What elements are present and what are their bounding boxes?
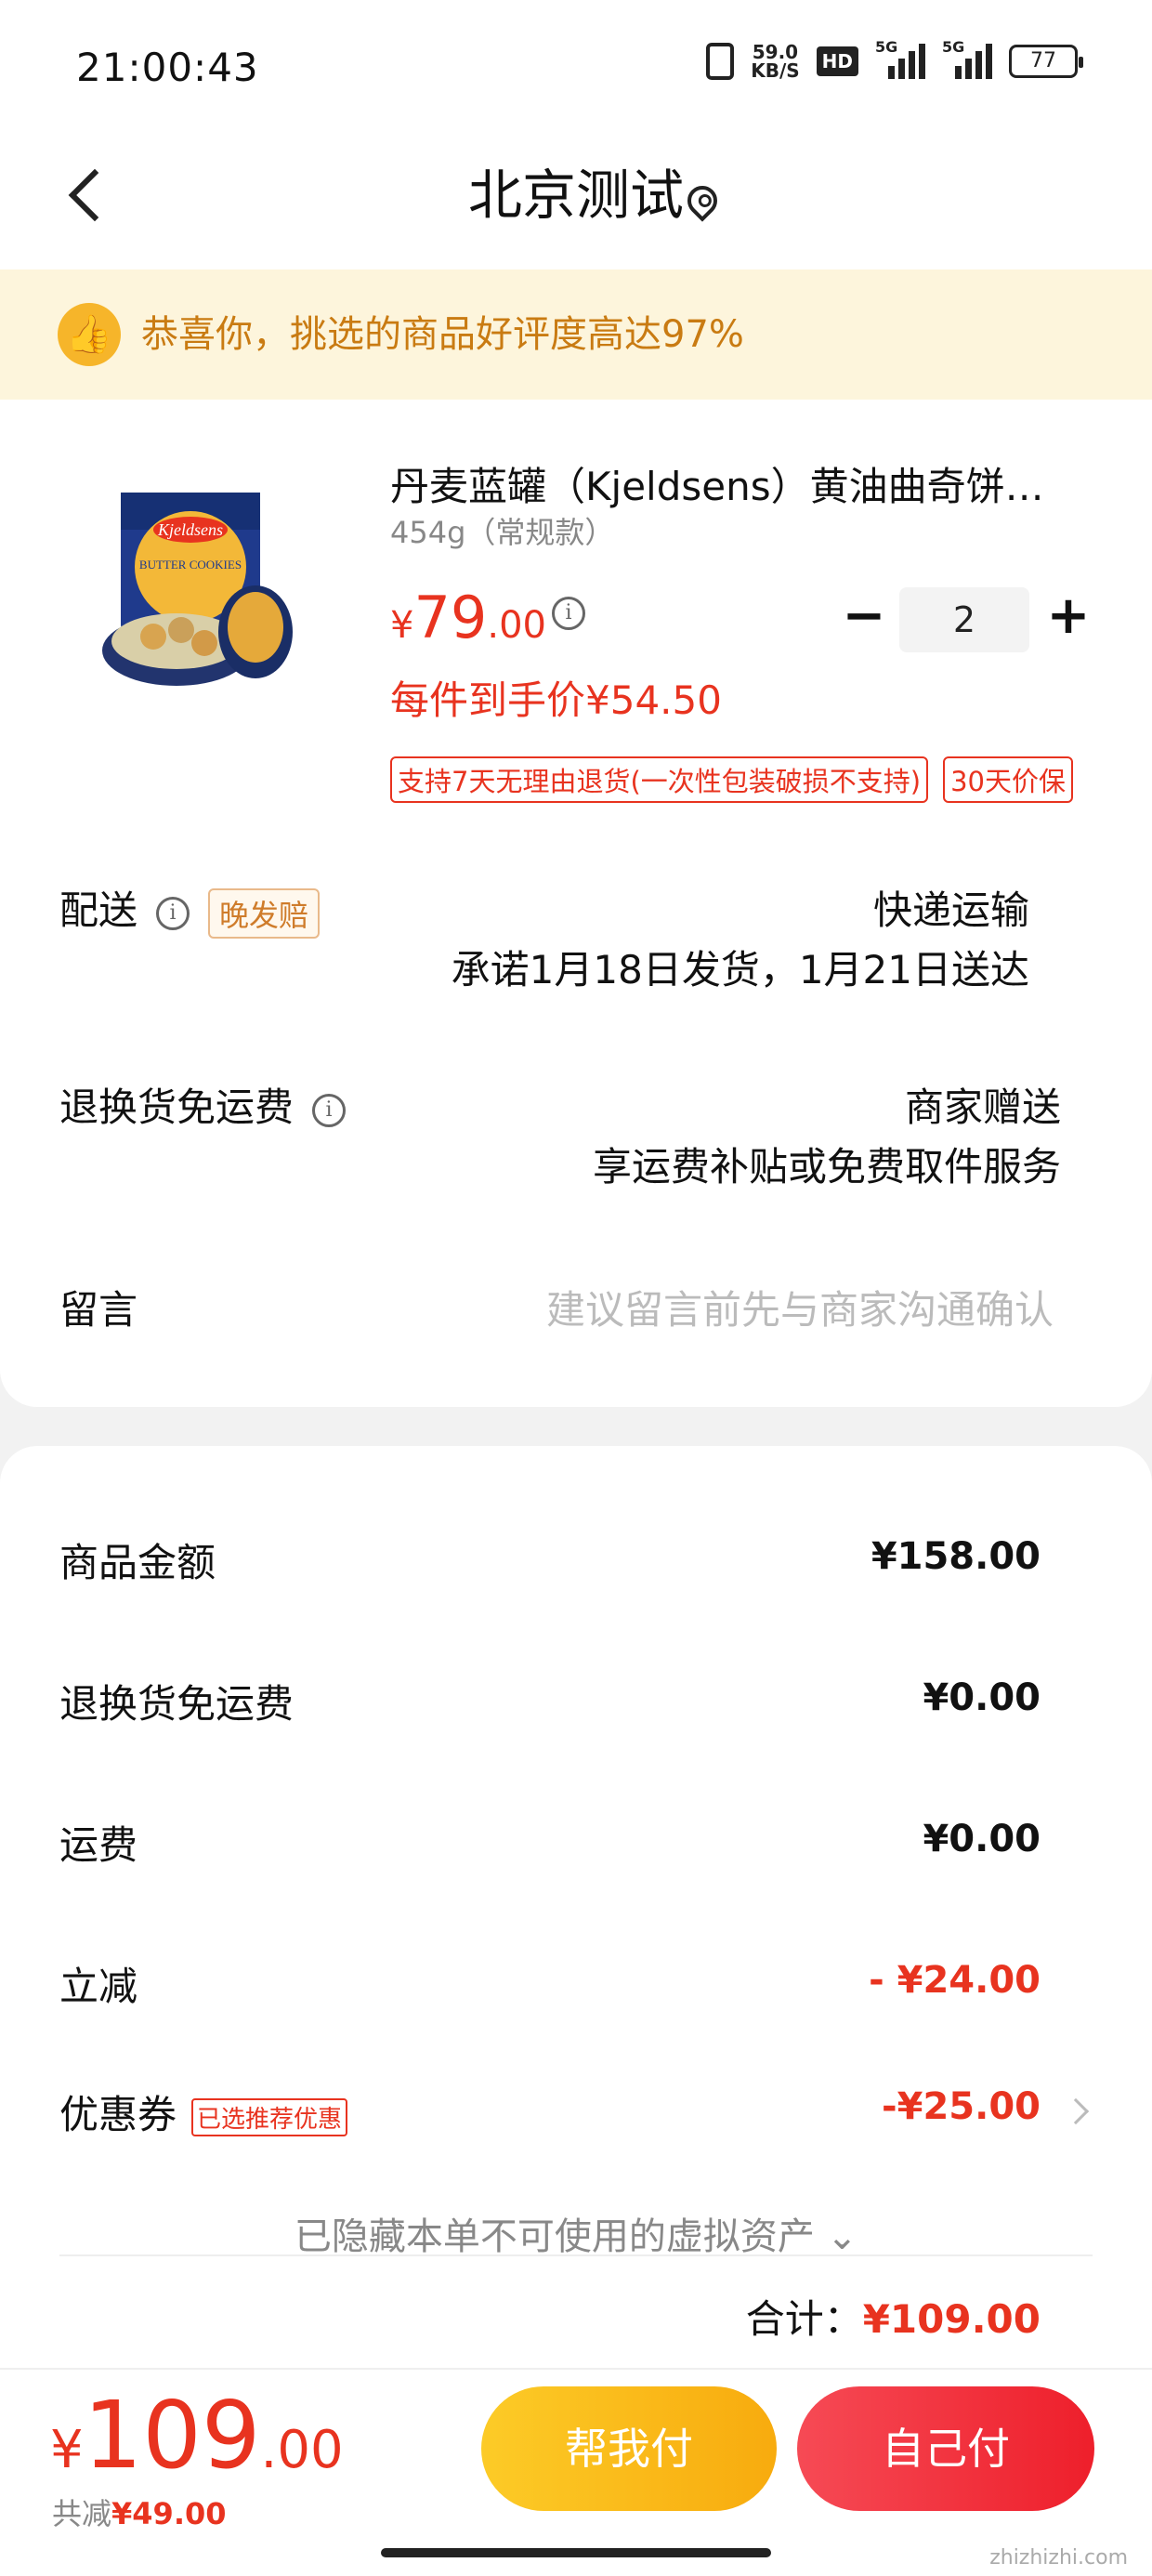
quantity-stepper: − 2 + [836,584,1096,654]
delivery-method[interactable]: 快递运输 [873,879,1029,936]
signal-label-2: 5G [942,38,965,56]
battery-icon: 77 [1009,45,1083,78]
price-protect-tag: 30天价保 [943,756,1073,803]
signal-5g-icon: 5G [875,38,925,79]
return-info-icon[interactable]: i [312,1093,347,1127]
signal-label: 5G [875,38,898,56]
self-pay-button[interactable]: 自己付 [797,2386,1094,2511]
price-currency: ¥ [390,604,414,647]
speed-value: 59.0 [752,41,799,63]
divider [59,2254,1093,2256]
coupon-row[interactable]: 优惠券 已选推荐优惠 [59,2083,348,2140]
return-fee-value: ¥0.00 [923,1676,1041,1719]
total-value: ¥109.00 [862,2296,1041,2342]
nav-header: 北京测试 [0,130,1152,269]
quantity-value[interactable]: 2 [899,587,1029,652]
image-caption-text: BUTTER COOKIES [139,558,242,572]
image-brand-text: Kjeldsens [157,520,223,539]
delivery-label: 配送 [59,887,138,933]
status-time: 21:00:43 [76,45,259,90]
goods-amount-value: ¥158.00 [871,1535,1041,1578]
return-shipping-label-row: 退换货免运费 i [59,1076,347,1133]
return-shipping-desc: 享运费补贴或免费取件服务 [592,1144,1061,1189]
speed-unit: KB/S [751,59,800,82]
status-icons: 59.0 KB/S HD 5G 5G 77 [706,38,1083,80]
decrease-button[interactable]: − [836,584,892,654]
service-tags: 支持7天无理由退货(一次性包装破损不支持) 30天价保 [390,756,1073,803]
note-input[interactable]: 建议留言前先与商家沟通确认 [546,1279,1054,1335]
thumbs-up-icon: 👍 [58,303,121,366]
price-info-icon[interactable]: i [552,597,585,630]
summary-card: 商品金额 ¥158.00 退换货免运费 ¥0.00 运费 ¥0.00 立减 - … [0,1446,1152,2375]
product-price: ¥79.00 [390,584,546,651]
discount-value: - ¥24.00 [869,1959,1041,2002]
shipping-fee-value: ¥0.00 [923,1818,1041,1860]
return-policy-tag: 支持7天无理由退货(一次性包装破损不支持) [390,756,929,803]
coupon-label: 优惠券 [59,2092,177,2137]
friend-pay-button[interactable]: 帮我付 [481,2386,777,2511]
total-label: 合计： [745,2296,863,2342]
delivery-label-row: 配送 i 晚发赔 [59,879,321,939]
increase-button[interactable]: + [1041,584,1096,654]
coupon-selected-tag: 已选推荐优惠 [191,2098,348,2136]
total-line: 合计：¥109.00 [746,2288,1041,2345]
coupon-value[interactable]: -¥25.00 [882,2085,1041,2128]
vibrate-icon [706,43,735,80]
price-integer: 79 [413,584,488,651]
hidden-assets-text: 已隐藏本单不可使用的虚拟资产 [294,2215,815,2258]
saved-value: ¥49.00 [111,2496,227,2531]
chevron-right-icon[interactable] [1062,2097,1090,2125]
rating-banner: 👍 恭喜你，挑选的商品好评度高达97% [0,269,1152,400]
delivery-promise: 承诺1月18日发货，1月21日送达 [451,947,1029,992]
pay-amount: ¥109.00 [50,2381,344,2490]
unit-price: 每件到手价¥54.50 [390,677,722,723]
late-compensation-badge[interactable]: 晚发赔 [208,887,321,939]
network-speed: 59.0 KB/S [751,43,799,80]
goods-amount-label: 商品金额 [59,1540,216,1585]
discount-label: 立减 [59,1964,138,2009]
product-spec: 454g（常规款） [390,515,615,550]
saved-amount: 共减¥49.00 [52,2491,227,2533]
pay-currency: ¥ [50,2420,84,2480]
signal-5g-icon-2: 5G [942,38,992,79]
pay-decimal: .00 [260,2420,344,2480]
status-bar: 21:00:43 59.0 KB/S HD 5G 5G 77 [0,0,1152,130]
saved-label: 共减 [52,2496,112,2531]
hd-icon: HD [816,46,858,76]
delivery-info-icon[interactable]: i [156,896,190,930]
order-card: Kjeldsens BUTTER COOKIES 丹麦蓝罐（Kjeldsens）… [0,400,1152,1407]
return-shipping-label: 退换货免运费 [59,1084,295,1130]
note-label: 留言 [59,1287,138,1333]
banner-text: 恭喜你，挑选的商品好评度高达97% [141,313,744,356]
home-indicator[interactable] [381,2548,771,2557]
watermark: zhizhizhi.com [989,2546,1128,2569]
pay-integer: 109 [83,2381,261,2490]
shipping-fee-label: 运费 [59,1822,138,1868]
product-image[interactable]: Kjeldsens BUTTER COOKIES [84,465,307,697]
hidden-assets-toggle[interactable]: 已隐藏本单不可使用的虚拟资产 ⌄ [0,2206,1152,2260]
chevron-down-icon: ⌄ [826,2215,858,2258]
return-fee-label: 退换货免运费 [59,1681,295,1727]
page-title: 北京测试 [467,164,684,227]
checkout-bar: ¥109.00 共减¥49.00 帮我付 自己付 zhizhizhi.com [0,2368,1152,2576]
product-name[interactable]: 丹麦蓝罐（Kjeldsens）黄油曲奇饼… [390,455,1096,512]
return-shipping-value: 商家赠送 [904,1084,1061,1130]
price-decimal: .00 [487,604,546,647]
